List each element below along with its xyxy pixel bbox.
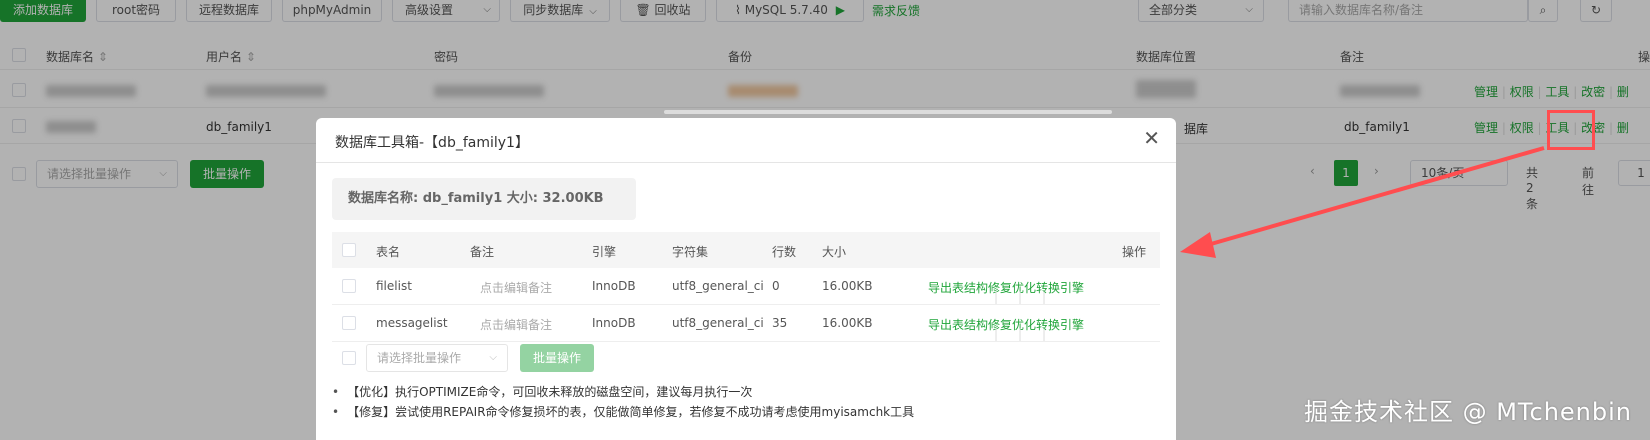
watermark: 掘金技术社区 @ MTchenbin <box>1303 398 1632 426</box>
annotation-arrow <box>1180 146 1545 258</box>
